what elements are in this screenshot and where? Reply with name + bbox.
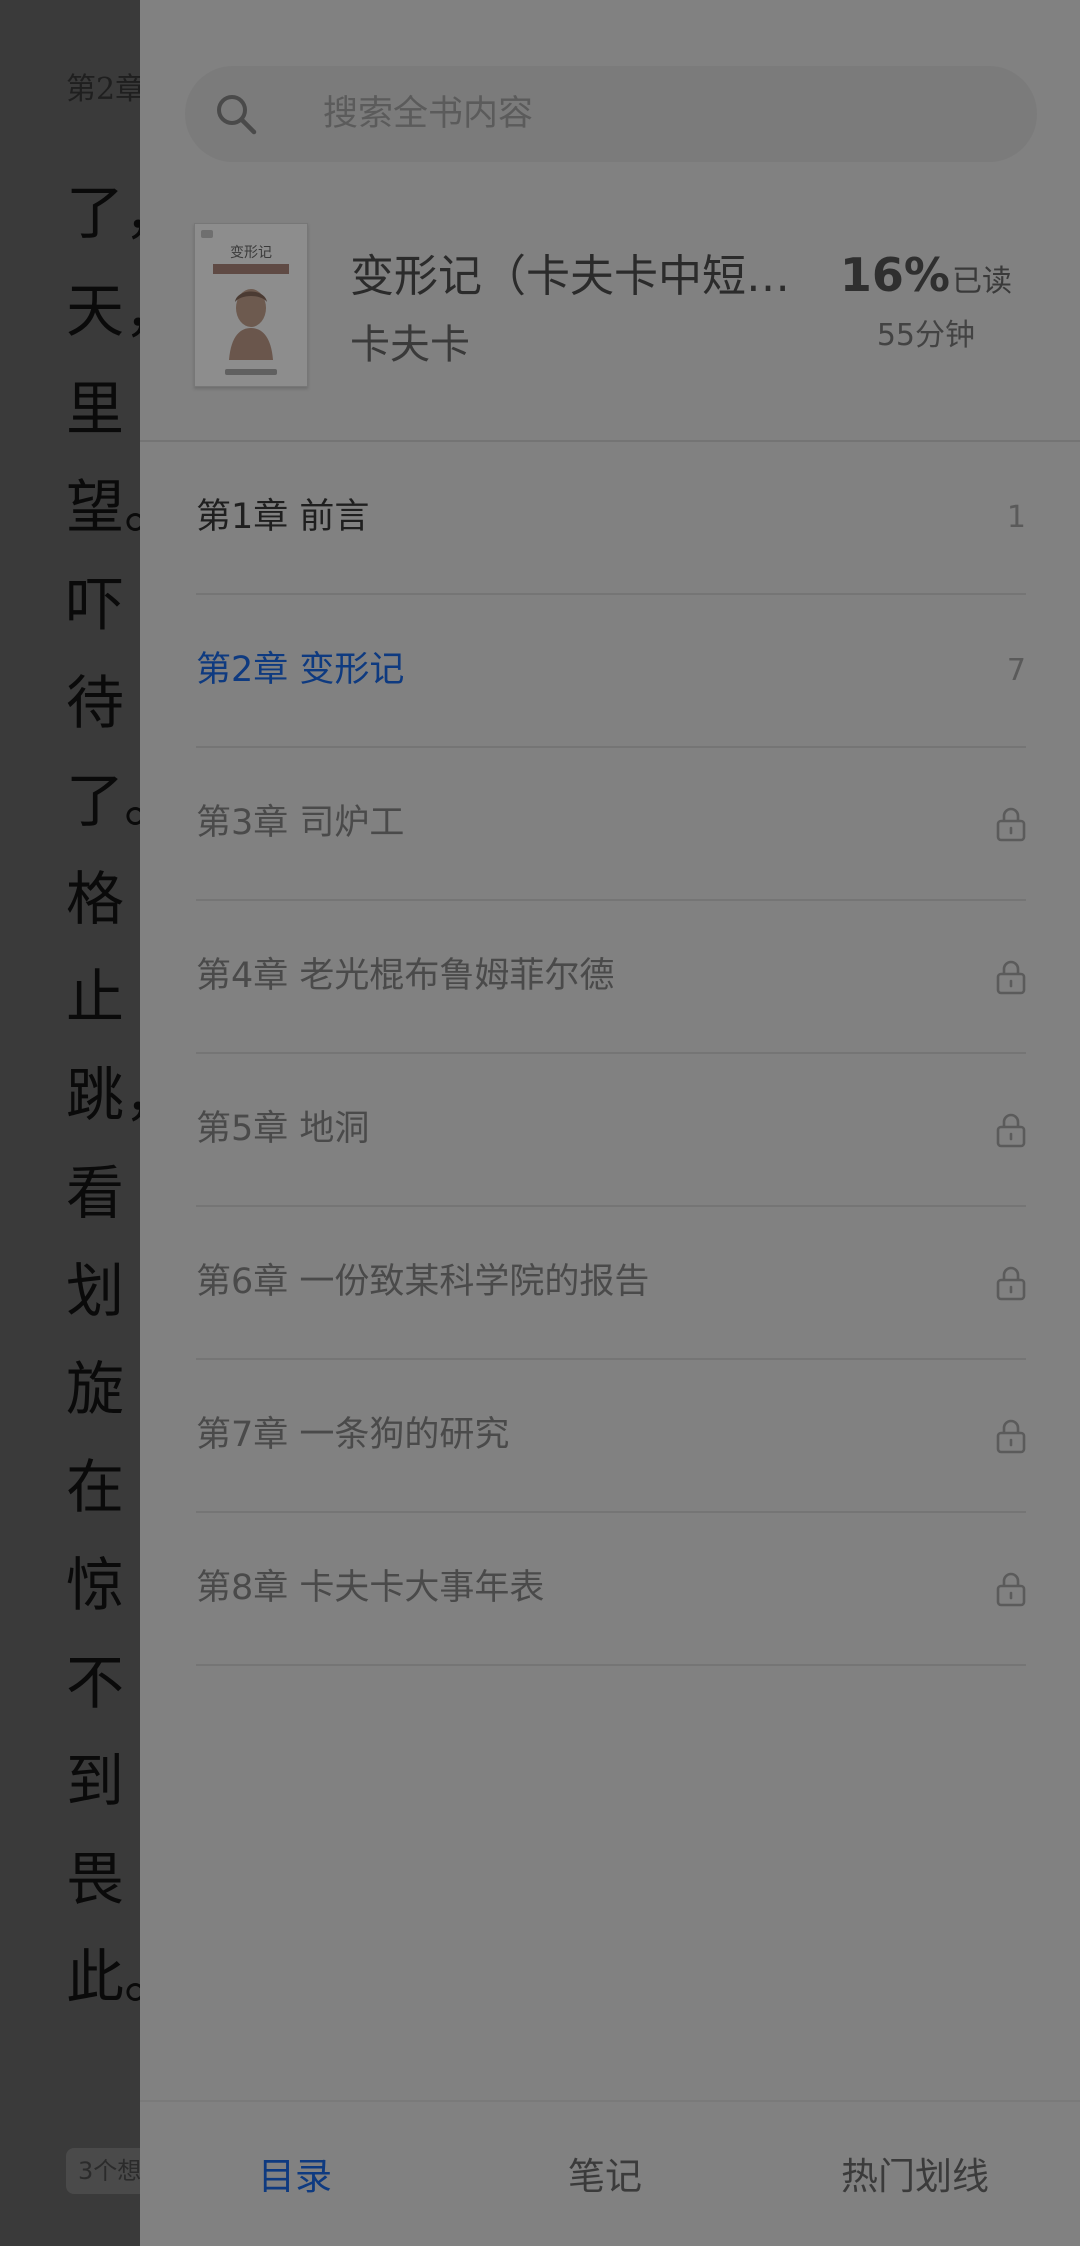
reader-line: 待 — [66, 669, 125, 737]
book-info[interactable]: 变形记 变形记（卡夫卡中短… 卡夫卡 16%已读 55分钟 — [140, 200, 1080, 442]
thoughts-badge[interactable]: 3个想 — [66, 2148, 140, 2194]
reader-line: 了。 — [66, 767, 140, 835]
progress-label: 已读 — [952, 264, 1012, 299]
toc-drawer: 搜索全书内容 变形记 变形记（卡夫卡中短… 卡夫卡 16%已读 55分钟 第1章… — [140, 0, 1080, 2246]
portrait-icon — [229, 289, 273, 360]
reader-chapter-header: 第2章 — [66, 72, 140, 107]
reader-line: 此。 — [66, 1943, 140, 2011]
toc-item-chapter-2[interactable]: 第2章 变形记 7 — [196, 595, 1026, 748]
progress-percent: 16% — [839, 248, 950, 302]
toc-item-label: 第2章 变形记 — [196, 650, 405, 690]
reader-line: 在 — [66, 1453, 125, 1521]
lock-icon — [996, 1572, 1026, 1607]
reader-line: 划 — [66, 1257, 125, 1325]
cover-title: 变形记 — [230, 245, 272, 261]
toc-item-label: 第3章 司炉工 — [196, 803, 405, 843]
lock-icon — [996, 1266, 1026, 1301]
toc-item-label: 第5章 地洞 — [196, 1109, 370, 1149]
reader-line: 里 — [66, 375, 125, 443]
reader-line: 跳， — [66, 1061, 140, 1129]
reader-line: 望。 — [66, 473, 140, 541]
lock-icon — [996, 1419, 1026, 1454]
bottom-tab-bar: 目录 笔记 热门划线 — [140, 2100, 1080, 2246]
reader-line: 旋 — [66, 1355, 125, 1423]
reader-line: 不 — [66, 1649, 125, 1717]
reader-line: 止 — [66, 963, 125, 1031]
tab-notes[interactable]: 笔记 — [450, 2102, 760, 2246]
toc-item-chapter-8[interactable]: 第8章 卡夫卡大事年表 — [196, 1513, 1026, 1666]
reader-line: 了， — [66, 179, 140, 247]
lock-icon — [996, 807, 1026, 842]
reading-progress: 16%已读 55分钟 — [840, 248, 1012, 354]
tab-popular-highlights[interactable]: 热门划线 — [760, 2102, 1070, 2246]
toc-item-label: 第7章 一条狗的研究 — [196, 1415, 510, 1455]
lock-icon — [996, 1113, 1026, 1148]
toc-item-page: 7 — [1006, 653, 1026, 688]
search-bar[interactable]: 搜索全书内容 — [185, 66, 1037, 162]
toc-item-label: 第1章 前言 — [196, 497, 370, 537]
cover-band — [213, 264, 289, 274]
toc-item-chapter-3[interactable]: 第3章 司炉工 — [196, 748, 1026, 901]
search-icon — [217, 95, 257, 135]
toc-item-label: 第6章 一份致某科学院的报告 — [196, 1262, 650, 1302]
reader-line: 看 — [66, 1159, 125, 1227]
reader-line: 到 — [66, 1747, 125, 1815]
toc-item-chapter-5[interactable]: 第5章 地洞 — [196, 1054, 1026, 1207]
reader-line: 天， — [66, 277, 140, 345]
lock-icon — [996, 960, 1026, 995]
toc-item-chapter-6[interactable]: 第6章 一份致某科学院的报告 — [196, 1207, 1026, 1360]
tab-toc[interactable]: 目录 — [140, 2102, 450, 2246]
toc-item-chapter-4[interactable]: 第4章 老光棍布鲁姆菲尔德 — [196, 901, 1026, 1054]
toc-item-page: 1 — [1006, 500, 1026, 535]
reader-line: 吓 — [66, 571, 125, 639]
book-author: 卡夫卡 — [350, 322, 470, 368]
book-cover[interactable]: 变形记 — [194, 223, 308, 387]
search-placeholder: 搜索全书内容 — [323, 94, 534, 134]
reader-background[interactable]: 第2章 了， 天， 里 望。 吓 待 了。 格 止 跳， 看 划 旋 在 惊 不… — [0, 0, 140, 2246]
reading-time: 55分钟 — [876, 318, 976, 353]
publisher-mark — [225, 369, 277, 375]
reader-line: 惊 — [66, 1551, 125, 1619]
book-title: 变形记（卡夫卡中短… — [350, 251, 790, 302]
toc-item-chapter-1[interactable]: 第1章 前言 1 — [196, 442, 1026, 595]
toc-item-label: 第4章 老光棍布鲁姆菲尔德 — [196, 956, 615, 996]
toc-item-chapter-7[interactable]: 第7章 一条狗的研究 — [196, 1360, 1026, 1513]
toc-list: 第1章 前言 1 第2章 变形记 7 第3章 司炉工 第4章 老光棍布鲁姆菲尔德… — [196, 442, 1026, 1666]
reader-line: 格 — [66, 865, 125, 933]
toc-item-label: 第8章 卡夫卡大事年表 — [196, 1568, 545, 1608]
reader-line: 畏 — [66, 1845, 125, 1913]
publisher-logo-icon — [201, 230, 213, 238]
